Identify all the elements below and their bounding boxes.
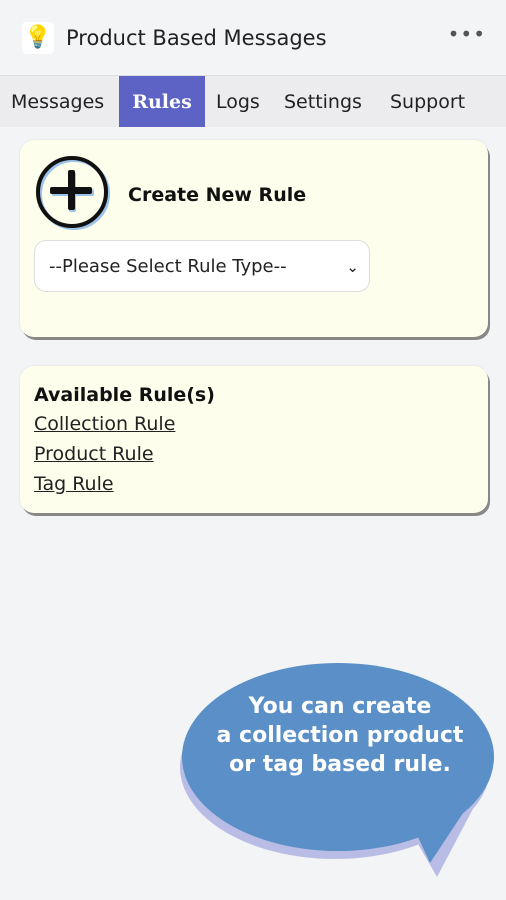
tab-bar: Messages Rules Logs Settings Support: [0, 76, 506, 127]
create-rule-title: Create New Rule: [128, 184, 307, 206]
rule-type-select[interactable]: --Please Select Rule Type-- ⌄: [34, 240, 370, 292]
app-header: 💡 Product Based Messages •••: [0, 0, 506, 76]
tab-messages[interactable]: Messages: [11, 76, 104, 127]
create-rule-card: Create New Rule --Please Select Rule Typ…: [20, 140, 488, 337]
plus-circle-icon[interactable]: [34, 154, 110, 230]
more-horizontal-icon[interactable]: •••: [448, 22, 486, 46]
tab-logs[interactable]: Logs: [216, 76, 260, 127]
product-rule-link[interactable]: Product Rule: [34, 443, 154, 465]
tab-settings[interactable]: Settings: [284, 76, 362, 127]
rule-type-select-value: --Please Select Rule Type--: [49, 256, 287, 277]
lightbulb-icon: 💡: [22, 22, 54, 54]
callout-text: You can create a collection product or t…: [185, 692, 495, 779]
callout-line: You can create: [248, 694, 432, 719]
app-title: Product Based Messages: [66, 26, 327, 50]
collection-rule-link[interactable]: Collection Rule: [34, 413, 175, 435]
tab-support[interactable]: Support: [390, 76, 465, 127]
available-rules-title: Available Rule(s): [34, 384, 215, 406]
callout-line: a collection product: [216, 723, 464, 748]
callout-line: or tag based rule.: [229, 752, 451, 777]
chevron-down-icon: ⌄: [346, 258, 359, 276]
available-rules-card: Available Rule(s) Collection Rule Produc…: [20, 366, 488, 513]
tab-rules[interactable]: Rules: [119, 76, 205, 127]
tag-rule-link[interactable]: Tag Rule: [34, 473, 114, 495]
